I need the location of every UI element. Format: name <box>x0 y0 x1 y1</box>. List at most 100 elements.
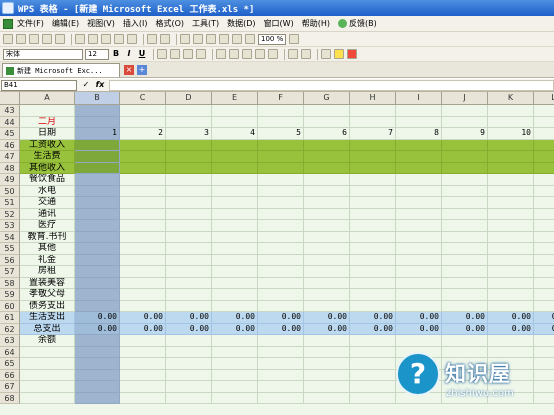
cell-l49[interactable] <box>534 174 554 186</box>
row-header[interactable]: 68 <box>0 392 20 404</box>
column-header-e[interactable]: E <box>212 92 258 105</box>
cell-f59[interactable] <box>258 289 304 301</box>
cell-j52[interactable] <box>442 208 488 220</box>
cell-b52[interactable] <box>75 208 120 220</box>
cell-b53[interactable] <box>75 220 120 232</box>
cell-k43[interactable] <box>488 105 534 117</box>
cell-e53[interactable] <box>212 220 258 232</box>
cell-k60[interactable] <box>488 300 534 312</box>
cell-h50[interactable] <box>350 185 396 197</box>
cell-k53[interactable] <box>488 220 534 232</box>
paste-icon[interactable] <box>114 34 124 44</box>
cell-j57[interactable] <box>442 266 488 278</box>
font-color-icon[interactable] <box>347 49 357 59</box>
column-header-c[interactable]: C <box>120 92 166 105</box>
row-header[interactable]: 57 <box>0 266 20 278</box>
cell-e51[interactable] <box>212 197 258 209</box>
cell-b59[interactable] <box>75 289 120 301</box>
cell-i49[interactable] <box>396 174 442 186</box>
cell-a46[interactable]: 工资收入 <box>20 139 75 151</box>
row-header[interactable]: 61 <box>0 312 20 324</box>
cell-c44[interactable] <box>120 116 166 128</box>
cell-i53[interactable] <box>396 220 442 232</box>
italic-button[interactable]: I <box>124 49 134 59</box>
row-header[interactable]: 50 <box>0 185 20 197</box>
cell-j55[interactable] <box>442 243 488 255</box>
cell-a52[interactable]: 通讯 <box>20 208 75 220</box>
row-header[interactable]: 52 <box>0 208 20 220</box>
spellcheck-icon[interactable] <box>75 34 85 44</box>
cell-e63[interactable] <box>212 335 258 347</box>
cell-f47[interactable] <box>258 151 304 163</box>
cell-i43[interactable] <box>396 105 442 117</box>
cell-h53[interactable] <box>350 220 396 232</box>
cell-g63[interactable] <box>304 335 350 347</box>
cell-b49[interactable] <box>75 174 120 186</box>
cell-e64[interactable] <box>212 346 258 358</box>
menu-tools[interactable]: 工具(T) <box>192 18 219 29</box>
cell-d43[interactable] <box>166 105 212 117</box>
cell-h49[interactable] <box>350 174 396 186</box>
cell-e62[interactable]: 0.00 <box>212 323 258 335</box>
cell-d55[interactable] <box>166 243 212 255</box>
cell-j47[interactable] <box>442 151 488 163</box>
cell-b57[interactable] <box>75 266 120 278</box>
cell-f65[interactable] <box>258 358 304 370</box>
cell-k55[interactable] <box>488 243 534 255</box>
cell-e57[interactable] <box>212 266 258 278</box>
menu-data[interactable]: 数据(D) <box>227 18 255 29</box>
open-file-icon[interactable] <box>16 34 26 44</box>
cell-l54[interactable] <box>534 232 554 243</box>
cell-d47[interactable] <box>166 151 212 163</box>
cell-j62[interactable]: 0.00 <box>442 323 488 335</box>
cell-c63[interactable] <box>120 335 166 347</box>
cell-d50[interactable] <box>166 185 212 197</box>
cell-h55[interactable] <box>350 243 396 255</box>
cell-i56[interactable] <box>396 254 442 266</box>
cell-e67[interactable] <box>212 381 258 393</box>
align-left-icon[interactable] <box>157 49 167 59</box>
row-header[interactable]: 59 <box>0 289 20 301</box>
cell-k54[interactable] <box>488 231 534 243</box>
cell-c45[interactable]: 2 <box>120 128 166 140</box>
cell-b65[interactable] <box>75 358 120 370</box>
cell-j46[interactable] <box>442 139 488 151</box>
cell-l52[interactable] <box>534 209 554 220</box>
column-header-k[interactable]: K <box>488 92 534 105</box>
menu-window[interactable]: 窗口(W) <box>264 18 294 29</box>
cell-j49[interactable] <box>442 174 488 186</box>
cell-h52[interactable] <box>350 208 396 220</box>
cell-c57[interactable] <box>120 266 166 278</box>
cell-c43[interactable] <box>120 105 166 117</box>
cell-a66[interactable] <box>20 369 75 381</box>
menu-help[interactable]: 帮助(H) <box>302 18 330 29</box>
cell-d61[interactable]: 0.00 <box>166 312 212 324</box>
sort-descending-icon[interactable] <box>219 34 229 44</box>
cell-l62[interactable]: 0.00 <box>534 323 554 335</box>
cell-c51[interactable] <box>120 197 166 209</box>
cell-d45[interactable]: 3 <box>166 128 212 140</box>
cell-d67[interactable] <box>166 381 212 393</box>
autosum-icon[interactable] <box>193 34 203 44</box>
cell-l55[interactable] <box>534 243 554 255</box>
cell-a44[interactable]: 二月 <box>20 116 75 128</box>
cell-f43[interactable] <box>258 105 304 117</box>
cell-j63[interactable] <box>442 335 488 347</box>
cell-h47[interactable] <box>350 151 396 163</box>
percent-icon[interactable] <box>229 49 239 59</box>
cell-c54[interactable] <box>120 231 166 243</box>
increase-indent-icon[interactable] <box>301 49 311 59</box>
decrease-decimal-icon[interactable] <box>268 49 278 59</box>
cell-e59[interactable] <box>212 289 258 301</box>
cell-e61[interactable]: 0.00 <box>212 312 258 324</box>
select-all-corner[interactable] <box>0 92 20 105</box>
row-header[interactable]: 63 <box>0 335 20 347</box>
cell-b45[interactable]: 1 <box>75 128 120 140</box>
cell-c58[interactable] <box>120 277 166 289</box>
cell-e66[interactable] <box>212 369 258 381</box>
cell-h61[interactable]: 0.00 <box>350 312 396 324</box>
cell-g45[interactable]: 6 <box>304 128 350 140</box>
cell-f53[interactable] <box>258 220 304 232</box>
cell-h60[interactable] <box>350 300 396 312</box>
cell-g62[interactable]: 0.00 <box>304 323 350 335</box>
